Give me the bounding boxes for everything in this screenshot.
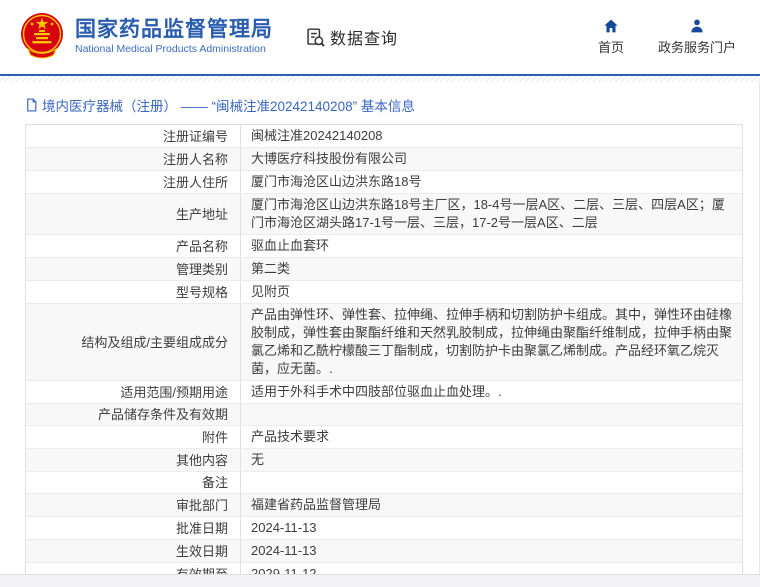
row-value	[241, 472, 742, 493]
row-value: 闽械注准20242140208	[251, 128, 383, 143]
table-row: 附件 产品技术要求	[26, 426, 742, 449]
table-row: 生产地址 厦门市海沧区山边洪东路18号主厂区，18-4号一层A区、二层、三层、四层…	[26, 194, 742, 235]
row-value: 见附页	[251, 284, 291, 299]
brand-text: 国家药品监督管理局 National Medical Products Admi…	[75, 18, 273, 56]
row-label: 备注	[26, 472, 241, 493]
table-row: 注册证编号 闽械注准20242140208	[26, 125, 742, 148]
nav-portal[interactable]: 政务服务门户	[658, 18, 736, 56]
row-label: 结构及组成/主要组成成分	[26, 304, 241, 380]
table-row: 批准日期 2024-11-13	[26, 517, 742, 540]
user-icon	[691, 19, 703, 33]
row-label: 生产地址	[26, 194, 241, 234]
row-label: 产品储存条件及有效期	[26, 404, 241, 425]
row-value: 大博医疗科技股份有限公司	[251, 151, 408, 166]
row-value: 厦门市海沧区山边洪东路18号	[251, 174, 422, 189]
info-table: 注册证编号 闽械注准20242140208 注册人名称 大博医疗科技股份有限公司 注册人…	[25, 124, 743, 574]
row-value: 产品由弹性环、弹性套、拉伸绳、拉伸手柄和切割防护卡组成。其中，弹性环由硅橡胶制成…	[251, 307, 733, 376]
national-emblem-logo	[18, 11, 66, 63]
data-query-nav[interactable]: 数据查询	[305, 25, 398, 49]
row-label: 适用范围/预期用途	[26, 381, 241, 403]
data-query-label: 数据查询	[330, 31, 399, 48]
table-row: 注册人名称 大博医疗科技股份有限公司	[26, 148, 742, 171]
main-content: 境内医疗器械（注册） —— “闽械注准20242140208” 基本信息 注册证…	[0, 82, 760, 574]
row-value: 福建省药品监督管理局	[251, 497, 382, 512]
row-value	[241, 404, 742, 425]
table-row: 产品名称 驱血止血套环	[26, 235, 742, 258]
home-icon	[604, 19, 618, 33]
document-icon	[27, 98, 37, 112]
table-row: 适用范围/预期用途 适用于外科手术中四肢部位驱血止血处理。.	[26, 381, 742, 404]
row-label: 注册人住所	[26, 171, 241, 193]
brand-logo-block[interactable]: 国家药品监督管理局 National Medical Products Admi…	[18, 11, 273, 63]
page-title: 境内医疗器械（注册） —— “闽械注准20242140208” 基本信息	[0, 82, 759, 124]
nav-portal-label: 政务服务门户	[657, 40, 736, 55]
row-value: 无	[251, 452, 265, 467]
row-label: 注册人名称	[26, 148, 241, 170]
header-nav: 首页 政务服务门户	[598, 18, 744, 56]
row-value: 产品技术要求	[251, 429, 330, 444]
table-row: 产品储存条件及有效期	[26, 404, 742, 426]
table-row: 注册人住所 厦门市海沧区山边洪东路18号	[26, 171, 742, 194]
row-label: 批准日期	[26, 517, 241, 539]
row-label: 其他内容	[26, 449, 241, 471]
table-row: 备注	[26, 472, 742, 494]
row-label: 附件	[26, 426, 241, 448]
table-row: 生效日期 2024-11-13	[26, 540, 742, 563]
table-row: 结构及组成/主要组成成分 产品由弹性环、弹性套、拉伸绳、拉伸手柄和切割防护卡组成。…	[26, 304, 742, 381]
document-search-icon	[305, 27, 326, 48]
row-value: 厦门市海沧区山边洪东路18号主厂区，18-4号一层A区、二层、三层、四层A区；厦…	[251, 197, 725, 230]
row-label: 注册证编号	[26, 125, 241, 147]
table-row: 型号规格 见附页	[26, 281, 742, 304]
row-value: 适用于外科手术中四肢部位驱血止血处理。.	[251, 384, 502, 399]
table-row: 审批部门 福建省药品监督管理局	[26, 494, 742, 517]
row-label: 型号规格	[26, 281, 241, 303]
nav-home[interactable]: 首页	[598, 18, 624, 56]
row-value: 驱血止血套环	[251, 238, 330, 253]
table-row: 有效期至 2029-11-12	[26, 563, 742, 574]
row-value: 2024-11-13	[251, 520, 317, 535]
row-value: 2029-11-12	[251, 566, 317, 574]
row-label: 审批部门	[26, 494, 241, 516]
row-label: 产品名称	[26, 235, 241, 257]
footer-strip	[0, 574, 760, 587]
row-label: 生效日期	[26, 540, 241, 562]
table-row: 其他内容无	[26, 449, 742, 472]
row-label: 管理类别	[26, 258, 241, 280]
row-label: 有效期至	[26, 563, 241, 574]
row-value: 第二类	[251, 261, 291, 276]
row-value: 2024-11-13	[251, 543, 317, 558]
page: 国家药品监督管理局 National Medical Products Admi…	[0, 0, 760, 587]
table-row: 管理类别 第二类	[26, 258, 742, 281]
org-name-zh: 国家药品监督管理局	[75, 18, 273, 41]
page-title-text: 境内医疗器械（注册） —— “闽械注准20242140208” 基本信息	[42, 99, 415, 114]
site-header: 国家药品监督管理局 National Medical Products Admi…	[0, 0, 760, 74]
org-name-en: National Medical Products Administration	[75, 43, 266, 55]
nav-home-label: 首页	[597, 40, 624, 55]
